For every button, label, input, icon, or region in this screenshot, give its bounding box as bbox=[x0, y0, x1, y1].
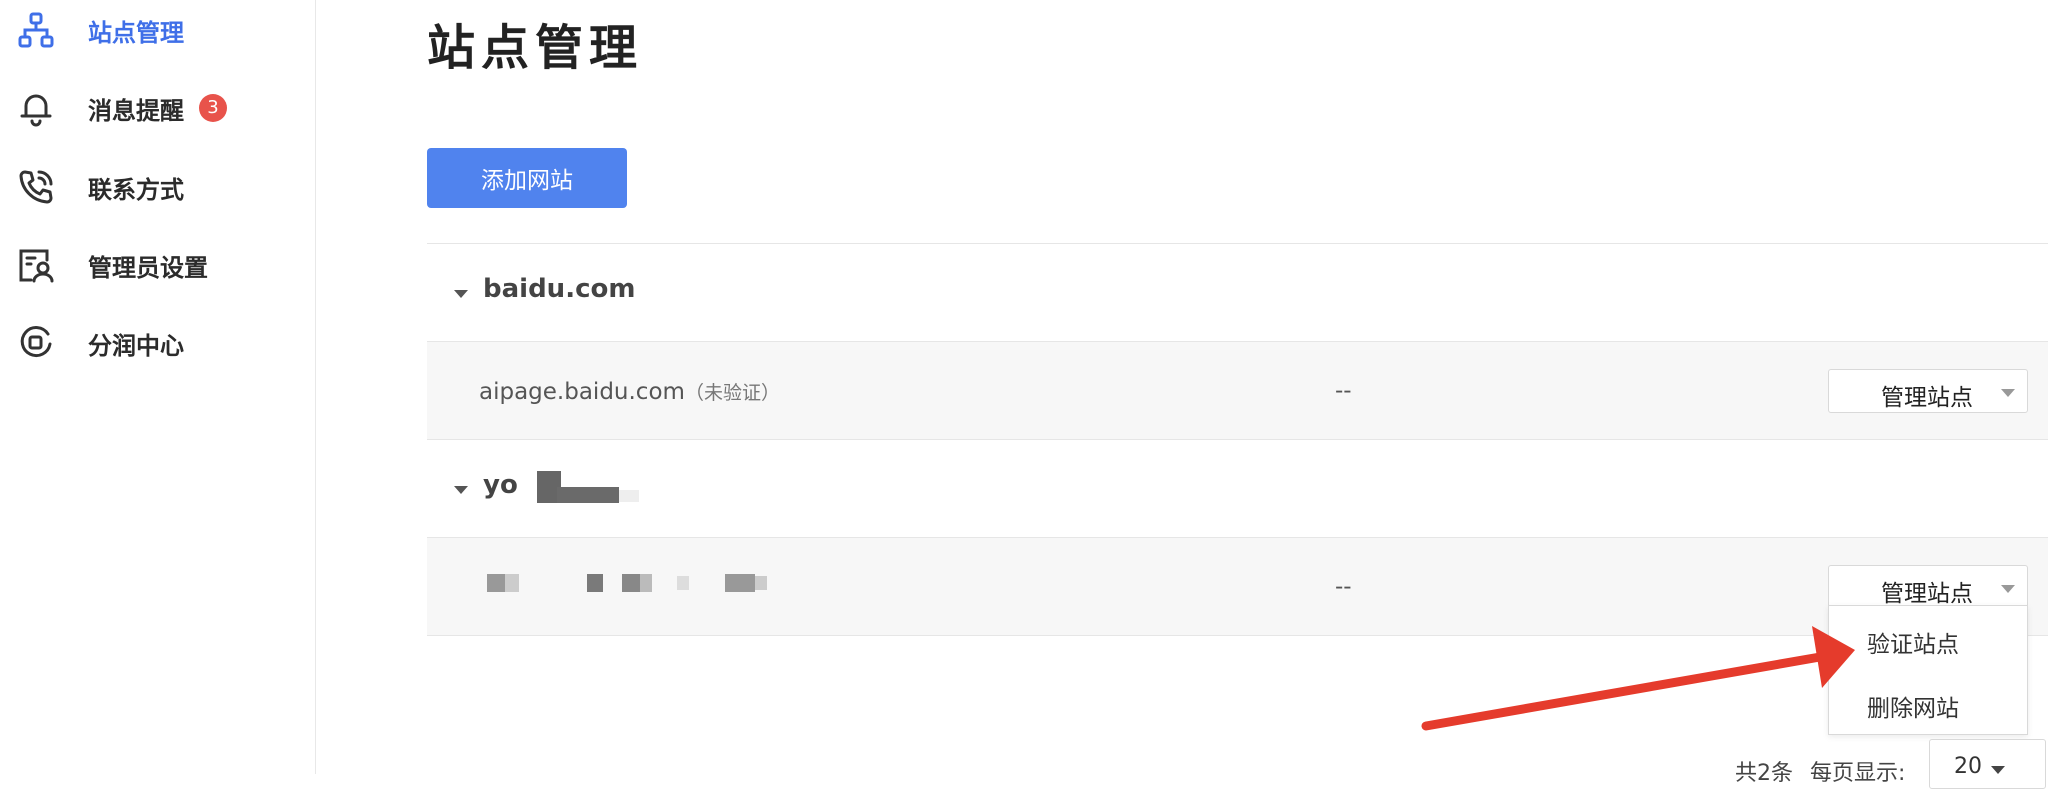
site-value: -- bbox=[1335, 574, 1352, 600]
group-domain: yo bbox=[483, 470, 518, 500]
group-header[interactable]: yo bbox=[427, 440, 2048, 537]
redacted-block bbox=[505, 574, 519, 592]
page-title: 站点管理 bbox=[427, 20, 644, 76]
caret-down-icon[interactable] bbox=[454, 486, 468, 494]
pagination-total: 共2条 bbox=[1735, 761, 1793, 786]
revenue-icon bbox=[17, 324, 55, 362]
sidebar-item-revenue-center[interactable]: 分润中心 bbox=[0, 313, 315, 373]
verify-site-menu-item[interactable]: 验证站点 bbox=[1829, 609, 2027, 669]
divider bbox=[427, 635, 2048, 636]
site-value: -- bbox=[1335, 378, 1352, 404]
redacted-block bbox=[725, 574, 755, 592]
caret-down-icon[interactable] bbox=[454, 290, 468, 298]
per-page-label: 每页显示: bbox=[1810, 761, 1906, 786]
manage-site-dropdown: 验证站点 删除网站 bbox=[1828, 605, 2028, 735]
chevron-down-icon bbox=[1991, 766, 2005, 774]
phone-icon bbox=[17, 168, 55, 206]
site-status: （未验证） bbox=[684, 382, 780, 404]
sidebar-item-label: 联系方式 bbox=[88, 175, 184, 204]
add-website-button[interactable]: 添加网站 bbox=[427, 148, 627, 208]
admin-icon bbox=[17, 246, 55, 284]
delete-website-menu-item[interactable]: 删除网站 bbox=[1829, 673, 2027, 733]
site-name: aipage.baidu.com（未验证） bbox=[479, 379, 780, 405]
sidebar-item-label: 消息提醒 bbox=[88, 96, 184, 125]
manage-site-label: 管理站点 bbox=[1881, 581, 1973, 607]
chevron-down-icon bbox=[2001, 389, 2015, 397]
sidebar-item-admin-settings[interactable]: 管理员设置 bbox=[0, 235, 315, 295]
redacted-block bbox=[622, 574, 640, 592]
group-header[interactable]: baidu.com bbox=[427, 244, 2048, 341]
page-size-select[interactable]: 20 bbox=[1929, 739, 2046, 789]
sitemap-icon bbox=[17, 11, 55, 49]
group-domain: baidu.com bbox=[483, 274, 636, 304]
sidebar-item-site-management[interactable]: 站点管理 bbox=[0, 0, 315, 60]
page-size-value: 20 bbox=[1954, 754, 1982, 779]
manage-site-label: 管理站点 bbox=[1881, 385, 1973, 411]
sidebar-item-messages[interactable]: 消息提醒 3 bbox=[0, 78, 315, 138]
sidebar-item-contact[interactable]: 联系方式 bbox=[0, 157, 315, 217]
bell-icon bbox=[17, 89, 55, 127]
manage-site-select[interactable]: 管理站点 bbox=[1828, 369, 2028, 413]
chevron-down-icon bbox=[2001, 585, 2015, 593]
site-row: aipage.baidu.com（未验证） -- 管理站点 bbox=[427, 342, 2048, 440]
sidebar: 站点管理 消息提醒 3 联系方式 管理员设置 分润中心 bbox=[0, 0, 316, 774]
redacted-block bbox=[587, 574, 603, 592]
sidebar-item-label: 站点管理 bbox=[88, 18, 184, 47]
notification-badge: 3 bbox=[199, 94, 227, 122]
redacted-block bbox=[677, 576, 689, 590]
sidebar-item-label: 分润中心 bbox=[88, 331, 184, 360]
redacted-block bbox=[755, 576, 767, 590]
redacted-block bbox=[487, 574, 505, 592]
redacted-block bbox=[557, 487, 619, 503]
manage-site-select[interactable]: 管理站点 bbox=[1828, 565, 2028, 609]
sidebar-item-label: 管理员设置 bbox=[88, 253, 208, 282]
redacted-block bbox=[640, 574, 652, 592]
site-row: -- 管理站点 bbox=[427, 538, 2048, 636]
redacted-block bbox=[619, 490, 639, 502]
